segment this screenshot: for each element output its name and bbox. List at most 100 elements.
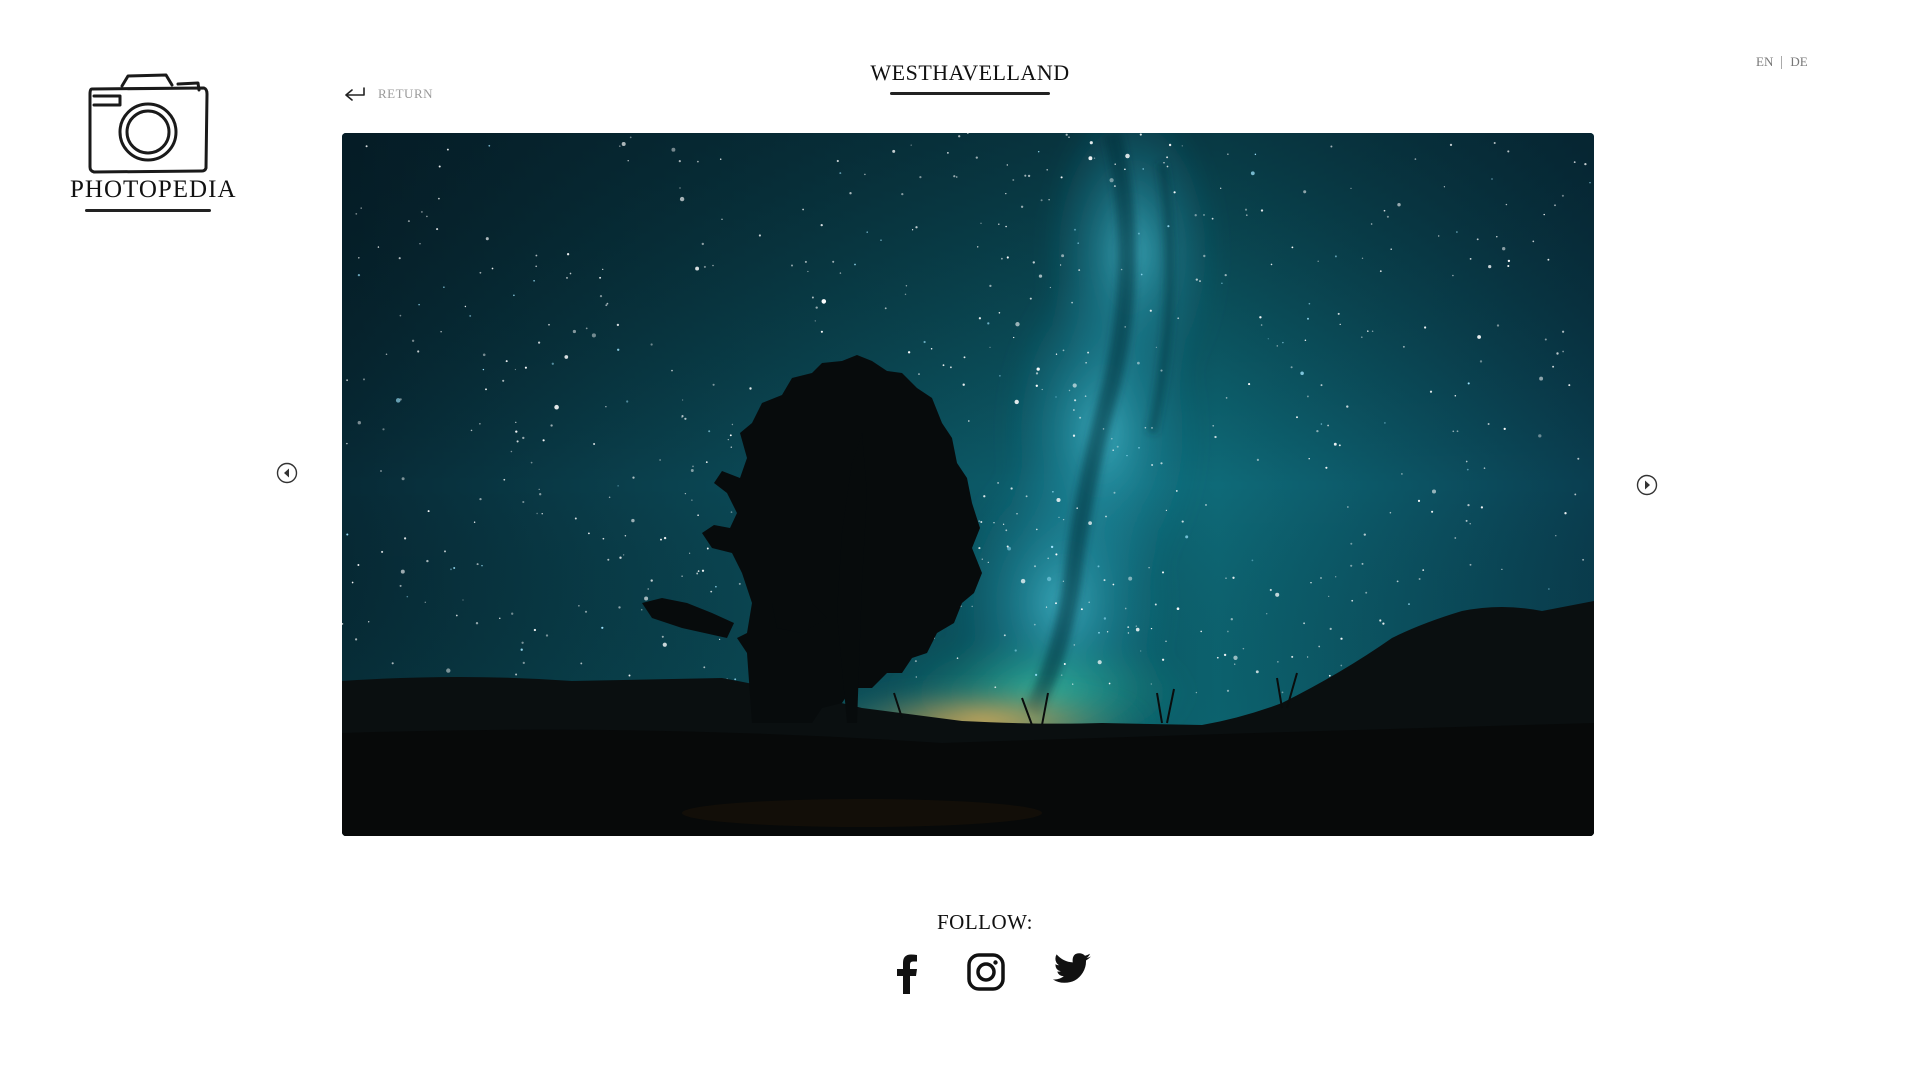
star xyxy=(1320,384,1323,387)
page: PHOTOPEDIA RETURN WESTHAVELLAND EN DE FO… xyxy=(0,0,1920,1080)
arrow-left-circle-icon[interactable] xyxy=(276,462,298,484)
star xyxy=(1073,644,1076,646)
star xyxy=(703,666,706,669)
star xyxy=(440,331,442,333)
star xyxy=(588,532,590,535)
star xyxy=(1454,395,1457,397)
star xyxy=(510,450,513,453)
star xyxy=(605,304,608,307)
brand-logo[interactable]: PHOTOPEDIA xyxy=(70,72,236,212)
star xyxy=(1161,658,1165,661)
star xyxy=(691,499,693,501)
star xyxy=(1251,559,1254,562)
star xyxy=(692,465,694,468)
lang-en[interactable]: EN xyxy=(1756,54,1773,70)
star xyxy=(1538,434,1542,438)
star xyxy=(907,351,911,354)
return-link[interactable]: RETURN xyxy=(344,86,433,102)
star xyxy=(1176,607,1180,611)
star xyxy=(1160,369,1163,372)
star xyxy=(1467,503,1470,507)
star xyxy=(892,149,896,153)
star xyxy=(1325,466,1328,469)
star xyxy=(1371,330,1374,333)
star xyxy=(942,364,945,367)
star xyxy=(712,383,715,386)
star xyxy=(502,379,505,382)
star xyxy=(485,388,487,391)
star xyxy=(469,314,472,317)
star xyxy=(381,550,384,553)
star xyxy=(712,264,714,267)
arrow-right-circle-icon[interactable] xyxy=(1636,474,1658,496)
star xyxy=(839,172,842,175)
star xyxy=(1032,261,1035,264)
star xyxy=(1290,366,1293,369)
star xyxy=(918,373,920,375)
star xyxy=(1351,599,1354,602)
star xyxy=(1173,191,1176,194)
star xyxy=(406,595,409,598)
star xyxy=(1078,269,1081,272)
star xyxy=(1255,670,1259,674)
star xyxy=(1266,613,1268,615)
star xyxy=(1465,519,1468,522)
star xyxy=(981,558,983,560)
star xyxy=(734,678,737,681)
star xyxy=(1062,580,1065,582)
star xyxy=(1177,317,1180,320)
star xyxy=(1003,634,1006,637)
star xyxy=(584,610,588,613)
star xyxy=(446,148,449,151)
star xyxy=(1456,430,1459,433)
star xyxy=(910,144,912,146)
star xyxy=(1281,691,1284,694)
star xyxy=(479,423,481,425)
star xyxy=(1225,397,1228,399)
star xyxy=(706,547,709,550)
lang-de[interactable]: DE xyxy=(1790,54,1807,70)
star xyxy=(820,330,823,333)
star xyxy=(536,512,538,515)
star xyxy=(1491,178,1493,180)
star xyxy=(1113,185,1116,188)
star xyxy=(1320,423,1323,425)
star xyxy=(1150,627,1153,630)
star xyxy=(1142,168,1144,170)
star xyxy=(1296,416,1298,419)
star xyxy=(617,485,619,487)
star xyxy=(455,614,458,617)
star xyxy=(572,329,577,334)
star xyxy=(730,446,733,448)
star xyxy=(627,159,629,162)
star xyxy=(1417,499,1421,502)
star xyxy=(1452,430,1455,433)
star xyxy=(994,686,997,689)
star xyxy=(1154,603,1157,606)
star xyxy=(1127,632,1130,634)
star xyxy=(681,575,683,577)
star xyxy=(719,158,722,160)
star xyxy=(1250,171,1255,176)
gallery-photo[interactable] xyxy=(342,133,1594,836)
instagram-icon[interactable] xyxy=(966,952,1006,992)
star xyxy=(1277,661,1279,663)
star xyxy=(681,416,683,419)
star xyxy=(520,648,523,651)
star xyxy=(1097,565,1100,568)
star xyxy=(444,550,446,553)
star xyxy=(1137,232,1140,235)
star xyxy=(1203,214,1205,216)
star xyxy=(1367,330,1369,332)
star xyxy=(377,246,380,248)
star xyxy=(980,521,983,523)
star xyxy=(1244,208,1248,211)
facebook-icon[interactable] xyxy=(892,952,920,994)
twitter-icon[interactable] xyxy=(1052,952,1092,986)
star xyxy=(671,147,676,152)
star xyxy=(1507,259,1511,263)
star xyxy=(998,312,1001,314)
star xyxy=(814,320,816,322)
star xyxy=(419,243,421,245)
camera-icon xyxy=(88,73,208,174)
